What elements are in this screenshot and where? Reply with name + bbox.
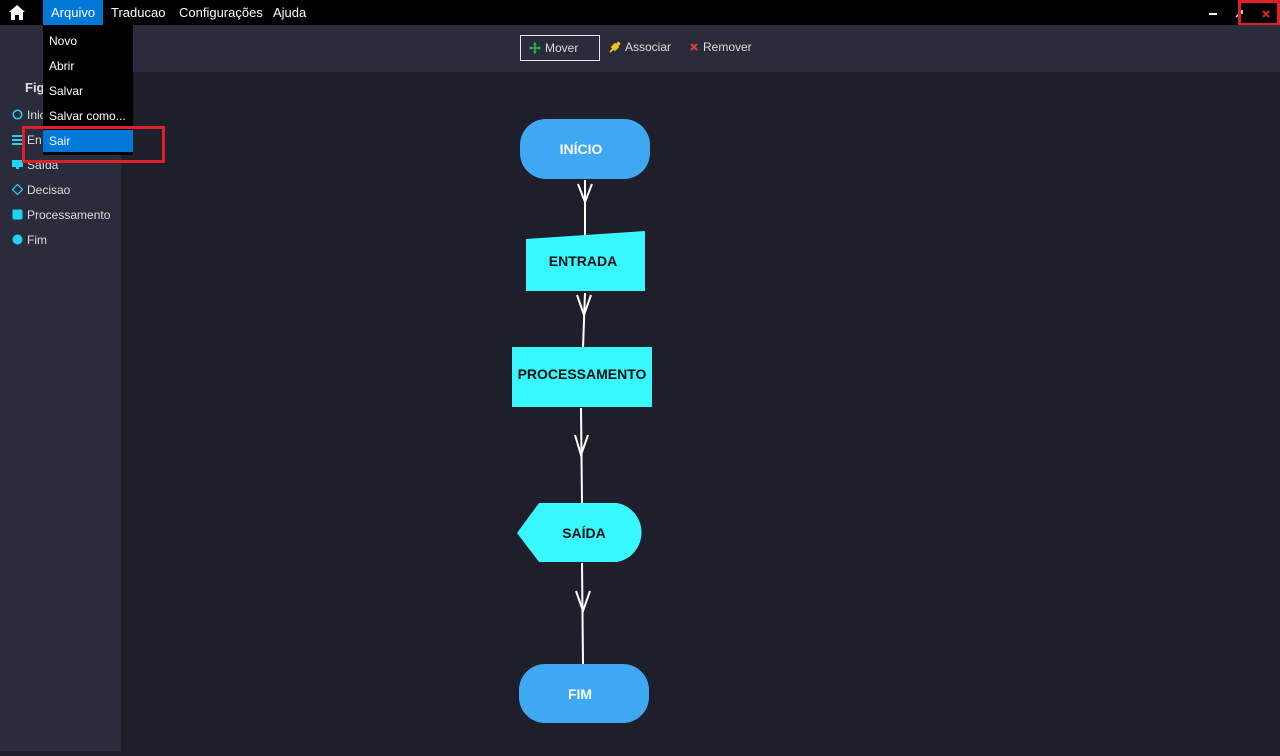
connector-entrada-processamento [582, 292, 586, 349]
remove-label: Remover [703, 40, 752, 54]
toolbar: Mover Associar Remover [121, 25, 1280, 72]
sidebar-item-inicio[interactable]: Inic [12, 107, 46, 123]
sair-highlight-box [22, 126, 165, 163]
circle-outline-icon [12, 109, 23, 120]
close-highlight-box [1238, 0, 1280, 26]
move-button[interactable]: Mover [520, 35, 600, 61]
node-fim-label: FIM [568, 686, 592, 702]
menu-ajuda[interactable]: Ajuda [265, 0, 314, 25]
remove-button[interactable]: Remover [681, 35, 760, 61]
node-processamento-label: PROCESSAMENTO [518, 366, 647, 382]
menu-traducao[interactable]: Traducao [103, 0, 173, 25]
sidebar-item-label: Fim [27, 233, 47, 247]
associate-button[interactable]: Associar [601, 35, 679, 61]
node-inicio-label: INÍCIO [560, 141, 603, 157]
menu-item-salvar[interactable]: Salvar [43, 80, 133, 102]
sidebar-item-fim[interactable]: Fim [12, 232, 47, 248]
menu-arquivo[interactable]: Arquivo [43, 0, 104, 25]
associate-label: Associar [625, 40, 672, 54]
sidebar-item-processamento[interactable]: Processamento [12, 207, 110, 223]
flowchart-canvas[interactable]: INÍCIO ENTRADA PROCESSAMENTO SAÍDA FIM [121, 72, 1280, 751]
sidebar-item-decisao[interactable]: Decisao [12, 182, 70, 198]
sidebar-title: Fig [25, 80, 45, 95]
menu-item-abrir[interactable]: Abrir [43, 55, 133, 77]
sidebar-item-label: Processamento [27, 208, 111, 222]
diamond-icon [12, 184, 23, 195]
menu-item-salvar-como[interactable]: Salvar como... [43, 105, 133, 127]
move-label: Mover [545, 41, 579, 55]
plug-icon [609, 41, 621, 53]
node-saida-label: SAÍDA [562, 525, 606, 541]
menu-configuracoes[interactable]: Configurações [171, 0, 271, 25]
menu-bar: Arquivo Traducao Configurações Ajuda [0, 0, 1280, 25]
home-icon[interactable] [8, 4, 26, 21]
menu-item-novo[interactable]: Novo [43, 30, 133, 52]
square-icon [12, 209, 23, 220]
flowchart-diagram: INÍCIO ENTRADA PROCESSAMENTO SAÍDA FIM [512, 119, 652, 723]
minimize-icon [1209, 12, 1217, 15]
minimize-button[interactable] [1202, 0, 1224, 25]
remove-icon [690, 43, 698, 51]
sidebar-item-label: Decisao [27, 183, 71, 197]
circle-filled-icon [12, 234, 23, 245]
node-entrada-label: ENTRADA [549, 253, 617, 269]
move-icon [529, 42, 541, 54]
